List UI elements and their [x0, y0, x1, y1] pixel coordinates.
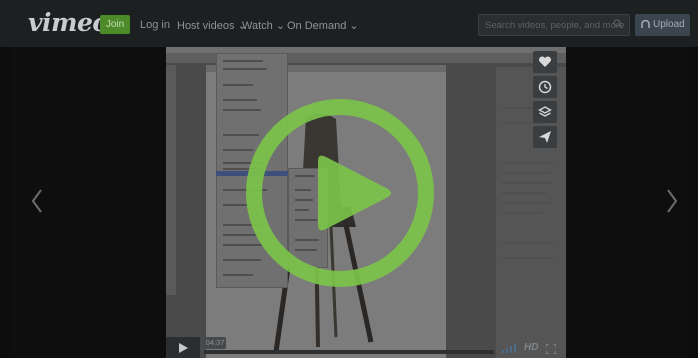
upload-button[interactable]: Upload	[635, 14, 690, 36]
upload-icon	[641, 20, 650, 28]
vimeo-logo[interactable]: vimeo	[28, 8, 109, 37]
on-demand-menu[interactable]: On Demand ⌄	[287, 19, 359, 32]
join-button[interactable]: Join	[100, 15, 130, 34]
login-link[interactable]: Log in	[140, 19, 170, 31]
chevron-right-icon[interactable]	[665, 187, 679, 215]
vimeo-page: vimeo Join Log in Host videos ⌄ Watch ⌄ …	[0, 0, 698, 358]
search-icon[interactable]	[613, 19, 623, 29]
progress-bar[interactable]	[204, 350, 494, 354]
play-button[interactable]	[166, 337, 200, 358]
paper-plane-icon	[539, 131, 551, 143]
play-icon	[179, 343, 188, 353]
fullscreen-icon[interactable]	[546, 344, 556, 354]
upload-label: Upload	[653, 19, 685, 30]
top-navigation: vimeo Join Log in Host videos ⌄ Watch ⌄ …	[0, 0, 698, 47]
hd-button[interactable]: HD	[524, 342, 538, 353]
watch-menu[interactable]: Watch ⌄	[242, 19, 285, 32]
clock-icon	[538, 80, 552, 94]
search-placeholder: Search videos, people, and more	[485, 20, 625, 31]
player-controls: 04:37 HD	[166, 335, 566, 358]
video-content-toolbar	[166, 65, 176, 295]
timecode: 04:37	[204, 337, 226, 349]
volume-icon[interactable]	[501, 343, 519, 353]
collections-button[interactable]	[533, 101, 557, 123]
watch-later-button[interactable]	[533, 76, 557, 98]
search-input[interactable]: Search videos, people, and more	[478, 14, 630, 36]
play-icon[interactable]	[242, 95, 438, 291]
like-button[interactable]	[533, 51, 557, 73]
layers-icon	[538, 106, 552, 117]
heart-icon	[538, 56, 552, 67]
chevron-left-icon[interactable]	[30, 187, 44, 215]
host-videos-menu[interactable]: Host videos ⌄	[177, 19, 247, 32]
video-player[interactable]: 04:37 HD	[10, 47, 688, 358]
share-button[interactable]	[533, 126, 557, 148]
